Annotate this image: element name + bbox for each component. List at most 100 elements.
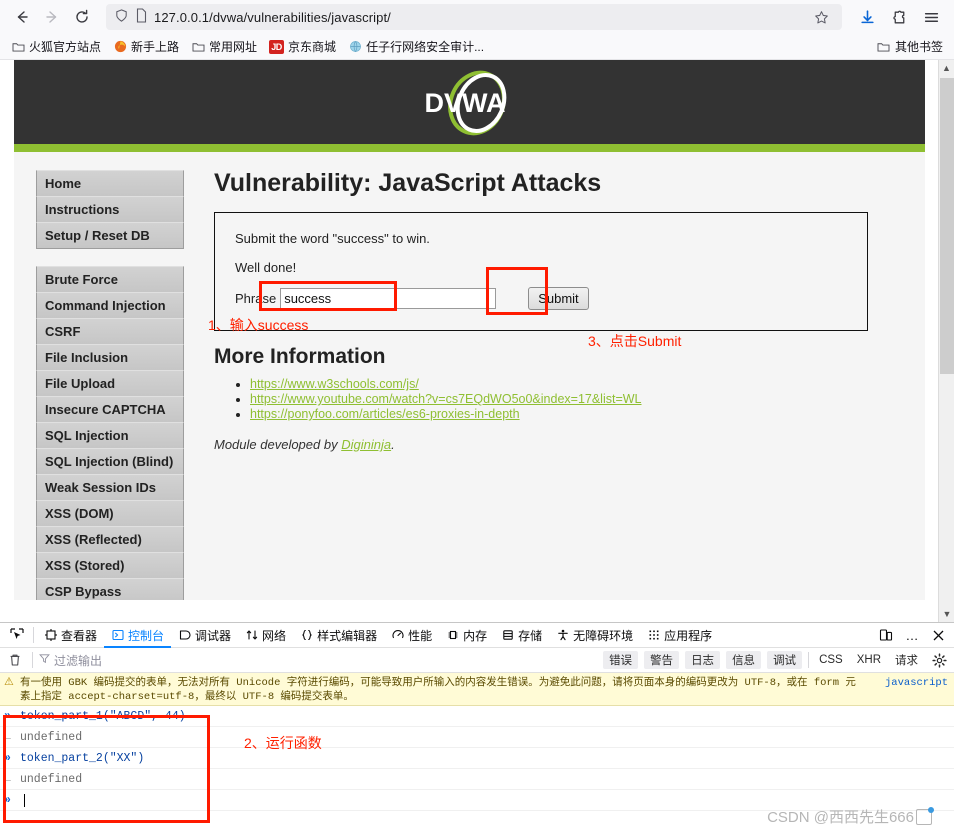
download-icon[interactable] [852,3,882,31]
tab-accessibility[interactable]: 无障碍环境 [549,623,640,648]
filter-xhr-button[interactable]: XHR [853,653,885,667]
tab-storage[interactable]: 存储 [494,623,549,648]
folder-icon [11,40,25,54]
green-accent-bar [14,144,925,152]
sidebar-item-sql-injection-blind[interactable]: SQL Injection (Blind) [36,448,184,475]
bookmark-label: 火狐官方站点 [29,40,102,54]
scroll-up-arrow[interactable]: ▲ [939,60,954,76]
filter-requests-button[interactable]: 请求 [891,651,922,669]
filter-errors-button[interactable]: 错误 [603,651,639,669]
page-viewport: DVWA Home Instructions Setup / Reset DB … [0,60,954,622]
console-output-row: ← undefined [0,769,954,790]
warning-line-2: 素上指定 accept-charset=utf-8，最终以 UTF-8 编码提交… [20,691,354,703]
warning-source-link[interactable]: javascript [885,676,948,690]
filter-css-button[interactable]: CSS [815,653,847,667]
bookmark-item[interactable]: 任子行网络安全审计... [343,36,489,57]
dvwa-header-banner: DVWA [14,60,925,144]
reference-link[interactable]: https://ponyfoo.com/articles/es6-proxies… [250,407,520,421]
style-editor-icon [300,629,313,642]
bookmark-item[interactable]: JD 京东商城 [264,36,341,57]
shield-icon [114,8,129,26]
element-picker-icon[interactable] [4,623,30,647]
bookmark-item[interactable]: 火狐官方站点 [6,36,106,57]
console-output-row: ← undefined [0,727,954,748]
sidebar-item-xss-dom[interactable]: XSS (DOM) [36,500,184,527]
phrase-input[interactable] [280,288,497,309]
close-icon[interactable] [926,623,950,647]
sidebar-item-file-inclusion[interactable]: File Inclusion [36,344,184,371]
gear-icon[interactable] [928,649,950,671]
tab-style-editor[interactable]: 样式编辑器 [293,623,384,648]
console-icon [111,629,124,642]
vertical-scroll-thumb[interactable] [940,78,954,374]
tab-separator [33,627,34,643]
address-bar[interactable]: 127.0.0.1/dvwa/vulnerabilities/javascrip… [106,4,842,30]
console-input-text: token_part_1("ABCD", 44) [20,709,186,723]
sidebar-item-xss-reflected[interactable]: XSS (Reflected) [36,526,184,553]
devtools-tabbar: 查看器 控制台 调试器 网络 样式编辑器 性能 内存 存储 无障碍环境 应用程序… [0,623,954,648]
return-arrow-icon: ← [4,730,11,744]
memory-icon [446,629,459,642]
filter-logs-button[interactable]: 日志 [685,651,721,669]
responsive-design-mode-icon[interactable] [874,623,898,647]
annotation-step1: 1、输入success [208,317,309,333]
filter-debug-button[interactable]: 调试 [767,651,803,669]
sidebar-item-file-upload[interactable]: File Upload [36,370,184,397]
other-bookmarks-button[interactable]: 其他书签 [872,36,948,57]
forward-arrow-icon[interactable] [38,3,66,31]
jd-icon: JD [269,39,285,54]
sidebar-item-instructions[interactable]: Instructions [36,196,184,223]
tab-label: 应用程序 [664,628,713,643]
filter-output-input[interactable]: 过滤输出 [39,652,209,669]
bookmark-item[interactable]: 常用网址 [186,36,262,57]
reload-icon[interactable] [68,3,96,31]
reference-link[interactable]: https://www.youtube.com/watch?v=cs7EQdWO… [250,392,642,406]
vertical-scrollbar[interactable]: ▲ ▼ [938,60,954,622]
reference-link[interactable]: https://www.w3schools.com/js/ [250,377,419,391]
browser-toolbar: 127.0.0.1/dvwa/vulnerabilities/javascrip… [0,0,954,34]
sidebar-item-home[interactable]: Home [36,170,184,197]
tab-memory[interactable]: 内存 [439,623,494,648]
sidebar-item-xss-stored[interactable]: XSS (Stored) [36,552,184,579]
scroll-down-arrow[interactable]: ▼ [939,606,954,622]
tab-debugger[interactable]: 调试器 [171,623,238,648]
sidebar-item-command-injection[interactable]: Command Injection [36,292,184,319]
page-info-icon [135,8,148,26]
sidebar-item-brute-force[interactable]: Brute Force [36,266,184,293]
phrase-label: Phrase [235,291,277,306]
vulnerability-panel: Submit the word "success" to win. Well d… [214,212,868,331]
sidebar-item-setup-reset-db[interactable]: Setup / Reset DB [36,222,184,249]
tab-label: 无障碍环境 [573,628,634,643]
sidebar-item-weak-session-ids[interactable]: Weak Session IDs [36,474,184,501]
sidebar-nav: Home Instructions Setup / Reset DB Brute… [14,152,192,600]
filter-info-button[interactable]: 信息 [726,651,762,669]
digininja-link[interactable]: Digininja [341,437,391,452]
hamburger-menu-icon[interactable] [916,3,946,31]
list-item: https://www.w3schools.com/js/ [250,377,901,391]
trash-icon[interactable] [4,649,26,671]
input-arrow-icon: » [4,709,11,723]
tab-performance[interactable]: 性能 [384,623,439,648]
filter-warnings-button[interactable]: 警告 [644,651,680,669]
tab-console[interactable]: 控制台 [104,623,171,648]
folder-icon [877,40,891,54]
bookmark-label: 京东商城 [288,40,337,54]
sidebar-item-csp-bypass[interactable]: CSP Bypass [36,578,184,600]
star-icon[interactable] [808,4,834,30]
tab-application[interactable]: 应用程序 [640,623,719,648]
tab-network[interactable]: 网络 [238,623,293,648]
tab-label: 内存 [463,628,488,643]
bookmark-item[interactable]: 新手上路 [108,36,184,57]
bookmarks-bar: 火狐官方站点 新手上路 常用网址 JD 京东商城 任子行网络安全审计... 其他… [0,34,954,60]
meatball-menu-icon[interactable]: … [900,623,924,647]
page-title: Vulnerability: JavaScript Attacks [214,169,602,197]
tab-inspector[interactable]: 查看器 [37,623,104,648]
back-arrow-icon[interactable] [8,3,36,31]
sidebar-item-sql-injection[interactable]: SQL Injection [36,422,184,449]
reference-links-list: https://www.w3schools.com/js/ https://ww… [214,377,901,421]
funnel-icon [39,653,50,667]
sidebar-item-csrf[interactable]: CSRF [36,318,184,345]
submit-button[interactable]: Submit [528,287,589,310]
puzzle-extension-icon[interactable] [884,3,914,31]
sidebar-item-insecure-captcha[interactable]: Insecure CAPTCHA [36,396,184,423]
